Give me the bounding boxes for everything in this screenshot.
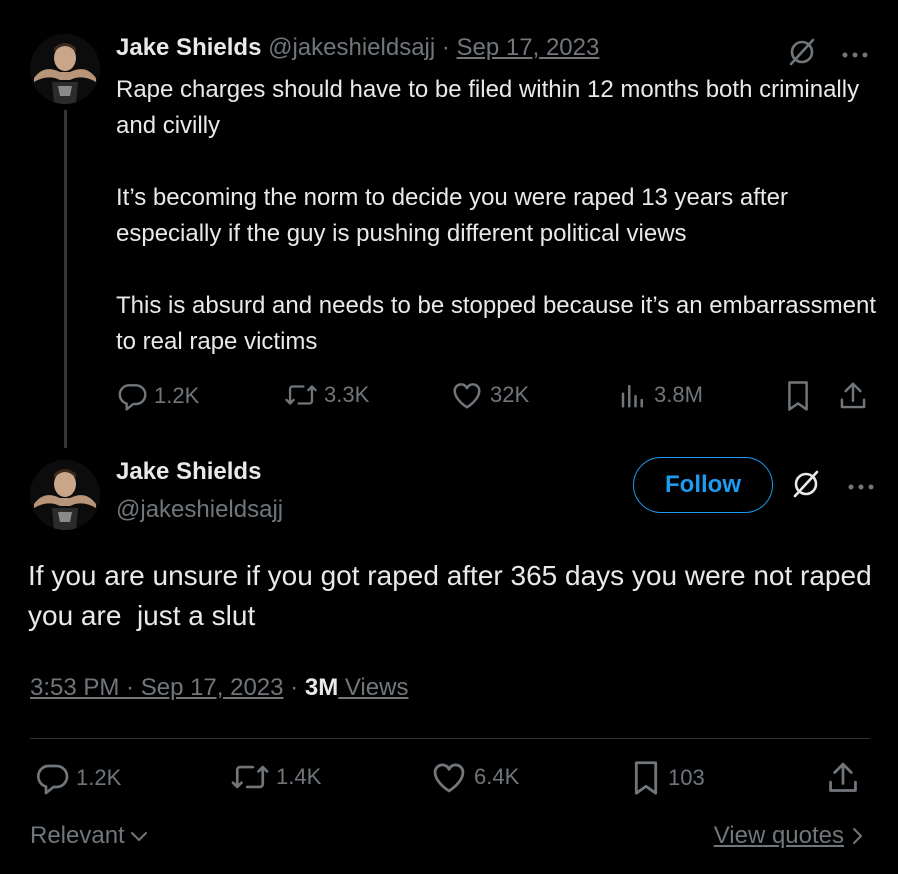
sort-replies-dropdown[interactable]: Relevant (30, 822, 149, 850)
avatar[interactable] (30, 34, 100, 104)
parent-tweet-header: Jake Shields @jakeshieldsajj · Sep 17, 2… (116, 34, 599, 62)
views-link[interactable]: Views (338, 674, 409, 701)
thread-connector-line (64, 110, 67, 448)
views-icon (621, 385, 643, 408)
bookmark-button[interactable] (784, 380, 812, 412)
like-icon (433, 763, 465, 793)
divider (30, 738, 870, 739)
repost-button[interactable]: 3.3K (284, 380, 369, 410)
reply-count: 1.2K (154, 383, 200, 408)
bookmark-count: 103 (668, 765, 705, 790)
main-tweet-icons (790, 468, 874, 505)
share-icon (829, 762, 857, 792)
avatar[interactable] (30, 460, 100, 530)
main-tweet-text: If you are unsure if you got raped after… (28, 560, 880, 631)
repost-count: 3.3K (324, 382, 370, 407)
share-button[interactable] (826, 760, 860, 796)
tweet-timestamp-link[interactable]: 3:53 PM · Sep 17, 2023 (30, 674, 284, 701)
sort-label: Relevant (30, 822, 125, 849)
grok-icon[interactable] (790, 468, 822, 505)
author-handle[interactable]: @jakeshieldsajj (116, 496, 283, 524)
views-count: 3.8M (654, 382, 703, 407)
view-quotes-link[interactable]: View quotes (714, 822, 864, 850)
repost-count: 1.4K (276, 764, 322, 789)
share-button[interactable] (838, 380, 868, 412)
reply-button[interactable]: 1.2K (116, 380, 199, 412)
separator-dot: · (441, 34, 450, 61)
repost-button[interactable]: 1.4K (230, 760, 321, 794)
author-name[interactable]: Jake Shields (116, 34, 261, 61)
bookmark-icon (634, 761, 658, 795)
separator-dot: · (290, 674, 299, 701)
follow-button[interactable]: Follow (633, 457, 773, 513)
like-button[interactable]: 32K (450, 380, 529, 410)
like-button[interactable]: 6.4K (430, 760, 519, 794)
tweet-date-link[interactable]: Sep 17, 2023 (457, 34, 600, 61)
view-quotes-label: View quotes (713, 822, 844, 849)
bookmark-icon (788, 381, 808, 411)
more-icon[interactable] (842, 46, 868, 64)
reply-count: 1.2K (76, 765, 122, 790)
reply-icon (36, 764, 69, 795)
repost-icon (285, 385, 317, 405)
reply-button[interactable]: 1.2K (34, 760, 121, 796)
author-handle[interactable]: @jakeshieldsajj (268, 34, 435, 61)
chevron-down-icon (130, 832, 147, 841)
tweet-meta: 3:53 PM · Sep 17, 2023 · 3M Views (30, 674, 408, 702)
share-icon (840, 382, 866, 409)
main-tweet-actions: 1.2K 1.4K 6.4K 103 (30, 760, 870, 804)
chevron-right-icon (853, 828, 862, 844)
reply-icon (118, 384, 147, 411)
like-count: 6.4K (474, 764, 520, 789)
like-count: 32K (490, 382, 530, 407)
parent-tweet-icons (786, 36, 868, 73)
like-icon (453, 383, 481, 409)
grok-icon[interactable] (786, 36, 818, 73)
author-name[interactable]: Jake Shields (116, 458, 261, 486)
bookmark-button[interactable]: 103 (630, 760, 705, 796)
parent-tweet-actions: 1.2K 3.3K 32K 3.8M (116, 380, 872, 420)
views-count: 3M (304, 674, 339, 701)
parent-tweet-text: Rape charges should have to be filed wit… (116, 76, 877, 355)
views-button[interactable]: 3.8M (618, 380, 703, 410)
repost-icon (231, 765, 269, 789)
more-icon[interactable] (848, 478, 874, 496)
